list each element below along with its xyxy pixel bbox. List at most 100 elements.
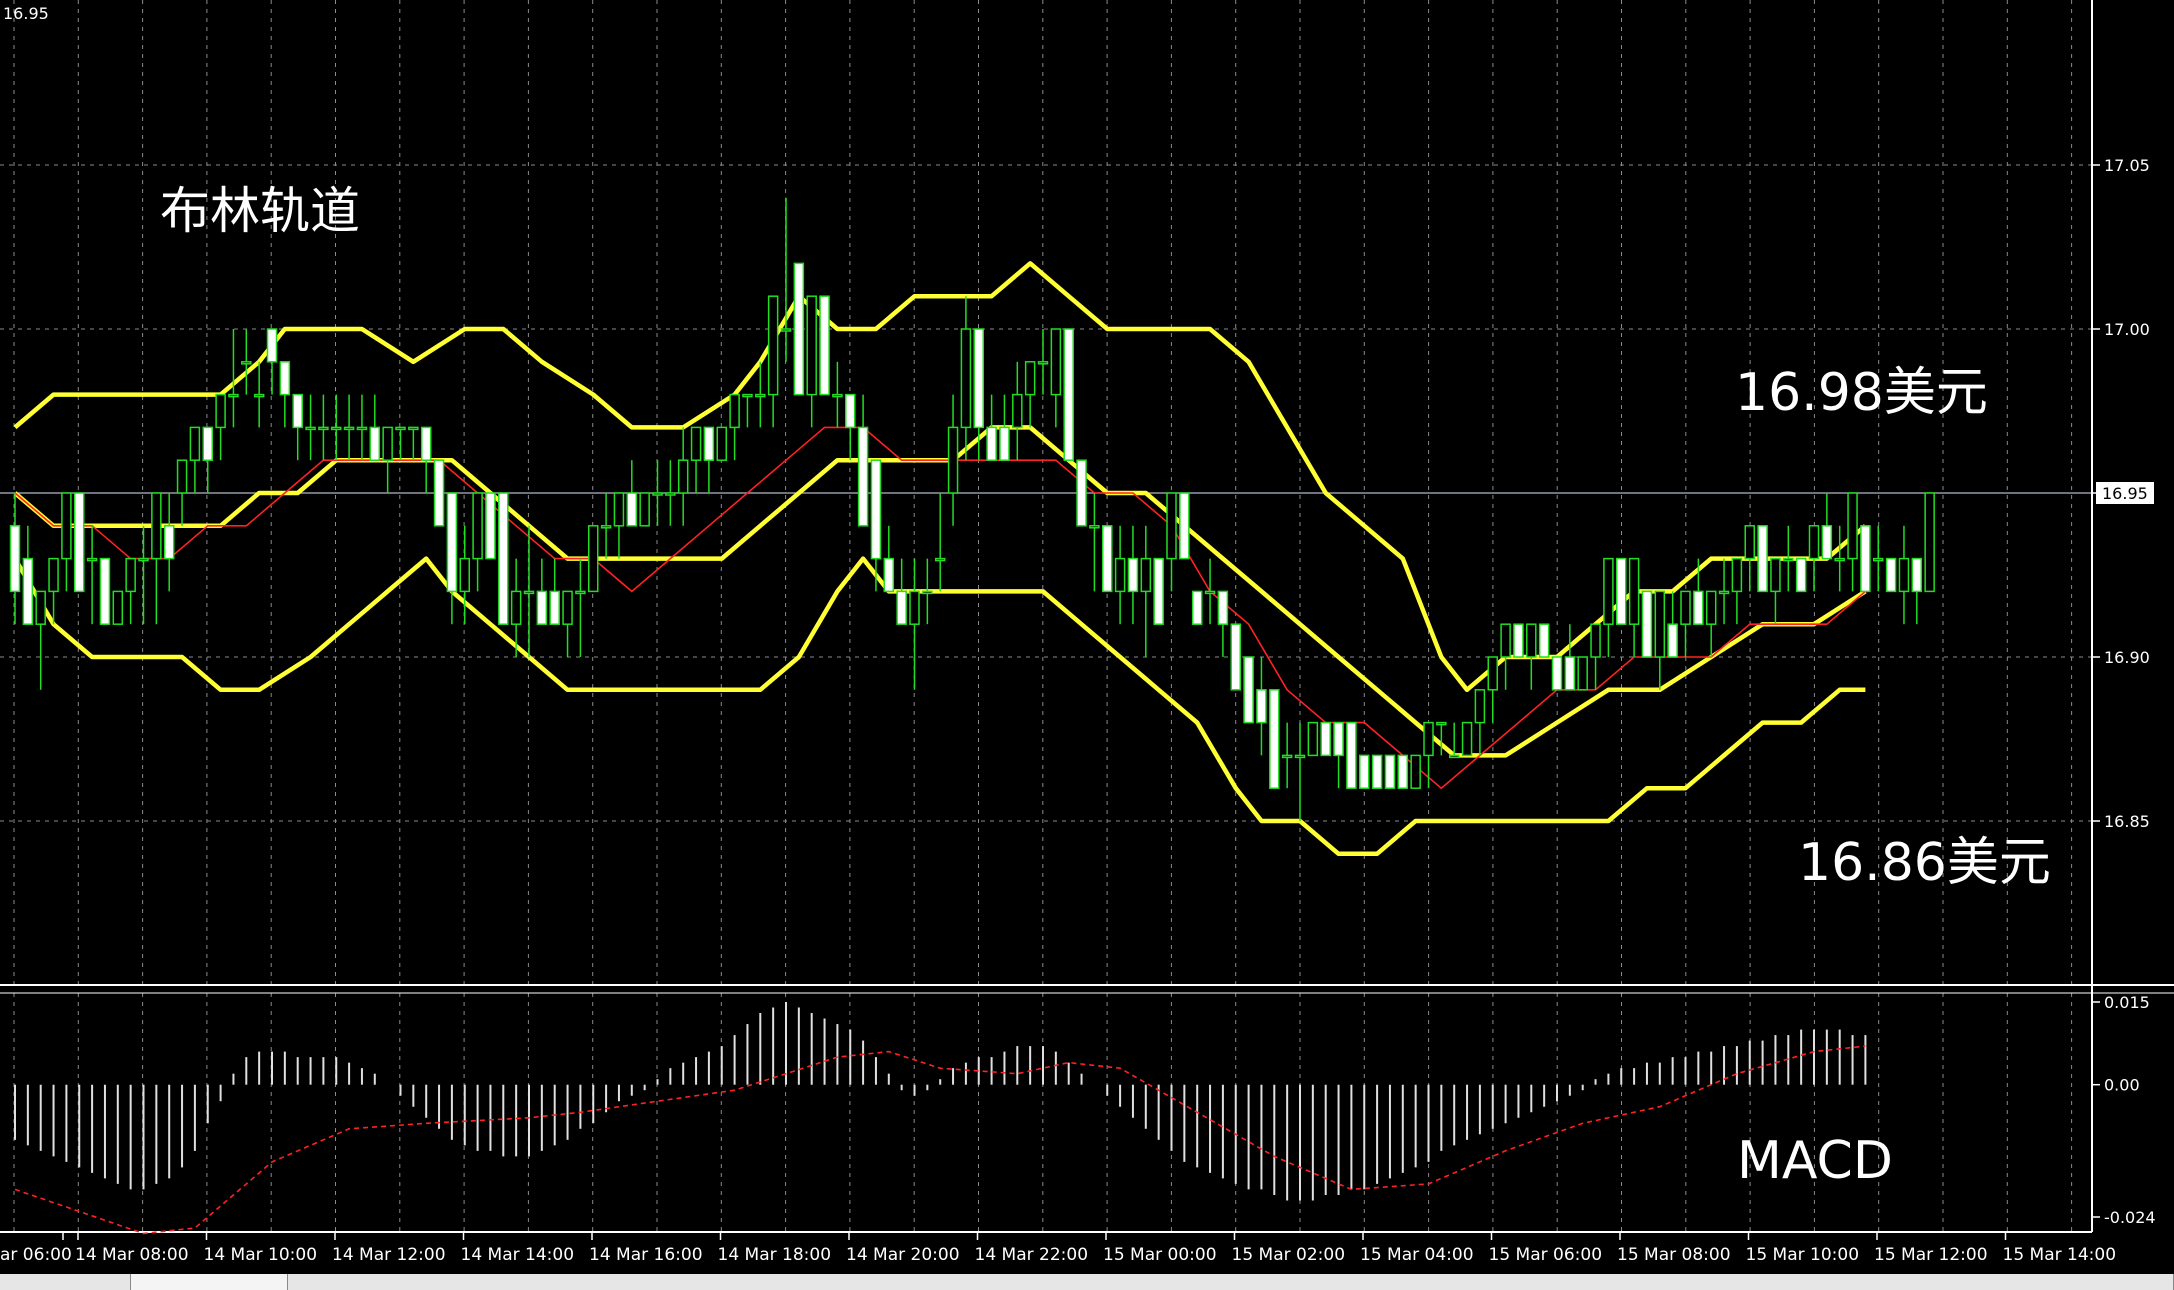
candle-up: [510, 590, 522, 625]
candle-down: [999, 426, 1010, 461]
candle-up: [1114, 557, 1126, 593]
tab-1[interactable]: [0, 1274, 131, 1290]
candle-down: [1564, 656, 1576, 691]
candle-up: [909, 590, 920, 625]
candle-down: [202, 426, 213, 461]
candle-up: [1050, 328, 1062, 396]
candle-down: [986, 426, 997, 461]
time-tick-label: 14 Mar 16:00: [589, 1245, 703, 1265]
candle-down: [819, 295, 830, 396]
candle-up: [729, 393, 740, 429]
candle-up: [1590, 623, 1601, 658]
candle-down: [266, 328, 278, 363]
candle-up: [356, 426, 368, 431]
candle-up: [305, 426, 316, 431]
candle-down: [99, 557, 111, 625]
macd-tick-label: 0.00: [2104, 1076, 2140, 1095]
candle-down: [22, 557, 34, 625]
candle-up: [780, 328, 792, 332]
candle-down: [883, 557, 895, 593]
candle-up: [1140, 557, 1152, 593]
candle-down: [1346, 721, 1357, 789]
candle-down: [626, 492, 638, 527]
candle-up: [1834, 557, 1845, 562]
candle-down: [1911, 557, 1923, 593]
time-tick-label: 14 Mar 10:00: [204, 1245, 318, 1265]
candle-up: [1808, 525, 1820, 560]
candle-up: [48, 557, 59, 593]
candle-down: [1551, 656, 1563, 691]
price-tick-label: 17.05: [2104, 156, 2150, 175]
candle-up: [138, 557, 149, 562]
candle-up: [588, 525, 599, 593]
candle-down: [1179, 492, 1190, 560]
candle-up: [742, 393, 753, 398]
candle-down: [1359, 754, 1370, 789]
candle-down: [1063, 328, 1074, 461]
candle-up: [1847, 492, 1858, 560]
time-tick-label: 14 Mar 18:00: [718, 1245, 832, 1265]
candle-up: [1037, 361, 1049, 365]
candle-down: [498, 492, 509, 625]
candle-down: [896, 590, 907, 625]
price-tick-label: 17.00: [2104, 320, 2150, 339]
candle-up: [1204, 590, 1216, 595]
candle-down: [845, 393, 856, 429]
candle-down: [1153, 557, 1164, 625]
candle-up: [1500, 623, 1511, 658]
candle-up: [1436, 721, 1447, 726]
candle-down: [1320, 721, 1331, 757]
candle-up: [1924, 492, 1935, 593]
bottom-tab-bar: [0, 1274, 2174, 1290]
candle-up: [125, 557, 136, 593]
candle-down: [1102, 525, 1113, 593]
time-tick-label: 14 Mar 12:00: [332, 1245, 446, 1265]
candle-down: [1333, 721, 1344, 757]
candle-up: [1448, 754, 1460, 759]
top-left-label: 16.95: [3, 4, 49, 23]
candle-down: [1384, 754, 1396, 789]
candle-down: [549, 590, 560, 625]
candle-up: [1307, 721, 1319, 757]
current-price-value: 16.95: [2102, 484, 2148, 503]
candle-up: [151, 492, 162, 560]
candle-down: [1191, 590, 1203, 625]
time-tick-label: 14 Mar 08:00: [75, 1245, 189, 1265]
time-tick-label: 15 Mar 08:00: [1617, 1245, 1731, 1265]
candle-down: [703, 426, 715, 461]
candle-up: [1628, 557, 1640, 625]
candle-down: [163, 525, 175, 560]
candle-down: [1269, 689, 1280, 789]
candle-up: [1487, 656, 1498, 691]
candle-up: [176, 459, 188, 494]
candle-down: [870, 459, 882, 560]
candle-up: [690, 426, 702, 461]
candle-down: [1230, 623, 1241, 691]
candle-down: [485, 492, 496, 560]
candle-up: [613, 492, 625, 527]
candle-up: [1603, 557, 1614, 625]
candle-up: [1731, 557, 1743, 593]
tab-3[interactable]: [287, 1274, 2174, 1290]
candle-down: [1076, 459, 1087, 527]
candle-down: [433, 459, 445, 527]
candle-down: [1513, 623, 1524, 658]
time-tick-label: 15 Mar 00:00: [1103, 1245, 1217, 1265]
candle-down: [1821, 525, 1833, 560]
time-tick-label: 15 Mar 10:00: [1746, 1245, 1860, 1265]
candle-down: [369, 426, 381, 461]
time-tick-label: 14 Mar 14:00: [461, 1245, 575, 1265]
candle-down: [1397, 754, 1409, 789]
time-tick-label: ar 06:00: [0, 1245, 72, 1265]
candle-up: [472, 492, 483, 560]
tab-2[interactable]: [130, 1274, 288, 1290]
time-tick-label: 15 Mar 02:00: [1232, 1245, 1346, 1265]
candle-up: [228, 393, 239, 398]
candle-up: [1024, 361, 1036, 396]
candle-up: [1783, 557, 1794, 562]
candle-down: [292, 393, 303, 429]
candle-down: [279, 361, 291, 396]
candle-up: [1294, 754, 1306, 759]
candle-up: [947, 426, 959, 494]
time-tick-label: 15 Mar 14:00: [2003, 1245, 2117, 1265]
